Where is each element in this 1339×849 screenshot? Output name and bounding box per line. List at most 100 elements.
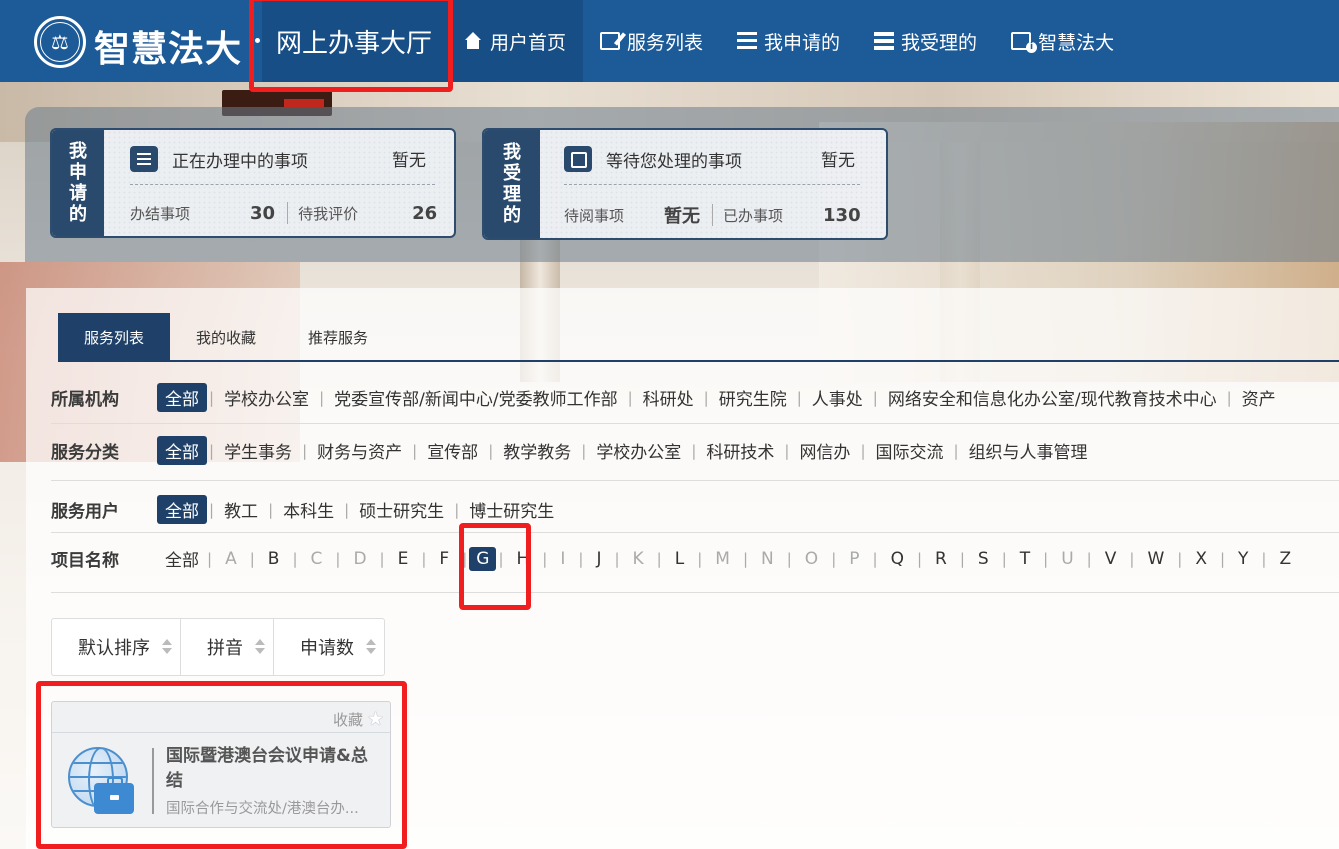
tab-service-list[interactable]: 服务列表: [58, 313, 171, 361]
nav-my-applications[interactable]: 我申请的: [720, 0, 857, 82]
filter-option[interactable]: 国际交流: [868, 438, 952, 463]
brand-title[interactable]: 智慧法大: [94, 20, 242, 72]
highlight-box: [459, 523, 531, 610]
handled-count[interactable]: 130: [823, 205, 861, 226]
letter-l[interactable]: L: [664, 549, 695, 569]
letter-f[interactable]: F: [428, 549, 460, 569]
sort-arrows-icon: [255, 639, 265, 655]
highlight-box: [249, 0, 453, 92]
filter-option[interactable]: 研究生院: [711, 385, 795, 410]
filter-option[interactable]: 教工: [216, 497, 266, 522]
sort-bar: 默认排序 拼音 申请数: [51, 618, 385, 676]
in-progress-title[interactable]: 正在办理中的事项: [172, 147, 308, 172]
highlight-box: [36, 681, 407, 849]
main-nav: 用户首页 服务列表 我申请的 我受理的 智慧法大: [446, 0, 1131, 82]
filter-option[interactable]: 全部: [157, 546, 205, 571]
sort-arrows-icon: [366, 639, 376, 655]
letter-t[interactable]: T: [1009, 549, 1041, 569]
service-tabs: 服务列表 我的收藏 推荐服务: [58, 313, 394, 361]
filter-option[interactable]: 财务与资产: [309, 438, 410, 463]
sort-pinyin[interactable]: 拼音: [181, 619, 274, 675]
server-icon: [874, 32, 895, 50]
letter-a[interactable]: A: [214, 549, 248, 569]
list-icon: [130, 146, 158, 172]
sort-arrows-icon: [162, 639, 172, 655]
filter-option[interactable]: 科研技术: [698, 438, 782, 463]
edit-icon: [600, 32, 621, 50]
filter-org: 所属机构 全部 | 学校办公室 | 党委宣传部/新闻中心/党委教师工作部 | 科研处 |…: [51, 383, 1284, 412]
my-accepted-card[interactable]: 我受理的 等待您处理的事项 暂无 待阅事项 暂无 已办事项 130: [482, 128, 888, 240]
in-progress-status: 暂无: [392, 151, 426, 171]
filter-option[interactable]: 全部: [157, 495, 207, 524]
university-logo-icon[interactable]: [34, 16, 86, 68]
divider: [564, 184, 860, 185]
waiting-title[interactable]: 等待您处理的事项: [606, 147, 742, 172]
filter-option[interactable]: 组织与人事管理: [961, 438, 1096, 463]
letter-n[interactable]: N: [750, 549, 785, 569]
letter-e[interactable]: E: [387, 549, 420, 569]
completed-count[interactable]: 30: [250, 203, 275, 224]
tab-underline: [58, 360, 1339, 362]
sort-applications[interactable]: 申请数: [274, 619, 384, 675]
letter-y[interactable]: Y: [1227, 549, 1259, 569]
letter-w[interactable]: W: [1136, 549, 1175, 569]
my-applications-card[interactable]: 我申请的 正在办理中的事项 暂无 办结事项 30 待我评价 26: [50, 128, 456, 238]
letter-z[interactable]: Z: [1268, 549, 1302, 569]
nav-service-list[interactable]: 服务列表: [583, 0, 720, 82]
filter-category: 服务分类 全部 | 学生事务 | 财务与资产 | 宣传部 | 教学教务 | 学校办公室 | …: [51, 436, 1096, 465]
letter-d[interactable]: D: [342, 549, 377, 569]
nav-smart-cupl[interactable]: 智慧法大: [994, 0, 1131, 82]
filter-option[interactable]: 资产: [1234, 385, 1284, 410]
letter-m[interactable]: M: [704, 549, 741, 569]
filter-option[interactable]: 本科生: [275, 497, 342, 522]
completed-label: 办结事项: [130, 204, 191, 223]
letter-p[interactable]: P: [838, 549, 870, 569]
edit-icon: [564, 146, 592, 172]
filter-option[interactable]: 党委宣传部/新闻中心/党委教师工作部: [326, 385, 625, 410]
letter-r[interactable]: R: [924, 549, 958, 569]
home-icon: [463, 32, 483, 50]
filter-option[interactable]: 学校办公室: [588, 438, 689, 463]
nav-my-accepted[interactable]: 我受理的: [857, 0, 994, 82]
filter-user: 服务用户 全部 | 教工 | 本科生 | 硕士研究生 | 博士研究生: [51, 495, 562, 524]
filter-option[interactable]: 科研处: [635, 385, 702, 410]
letter-i[interactable]: I: [549, 549, 576, 569]
tab-recommended[interactable]: 推荐服务: [282, 313, 394, 361]
filter-name-letters: 项目名称 全部 | A | B | C | D | E | F | G | H | I | J | K | L | M | N | O | P…: [51, 546, 1302, 571]
filter-option[interactable]: 全部: [157, 383, 207, 412]
filter-option[interactable]: 网络安全和信息化办公室/现代教育技术中心: [880, 385, 1225, 410]
info-doc-icon: [1011, 32, 1038, 53]
letter-j[interactable]: J: [585, 549, 612, 569]
top-navigation-bar: 智慧法大 网上办事大厅 用户首页 服务列表 我申请的 我受理的 智慧法大: [0, 0, 1339, 82]
letter-v[interactable]: V: [1094, 549, 1128, 569]
pending-eval-label: 待我评价: [298, 204, 359, 223]
letter-c[interactable]: C: [300, 549, 334, 569]
divider: [130, 184, 435, 185]
letter-s[interactable]: S: [967, 549, 1000, 569]
handled-label: 已办事项: [723, 206, 784, 225]
filter-option[interactable]: 学校办公室: [216, 385, 317, 410]
filter-option[interactable]: 学生事务: [216, 438, 300, 463]
letter-k[interactable]: K: [622, 549, 655, 569]
filter-option[interactable]: 宣传部: [419, 438, 486, 463]
filter-option[interactable]: 博士研究生: [461, 497, 562, 522]
letter-q[interactable]: Q: [880, 549, 915, 569]
card-side-label: 我受理的: [484, 130, 540, 238]
letter-b[interactable]: B: [257, 549, 291, 569]
filter-option[interactable]: 全部: [157, 436, 207, 465]
waiting-status: 暂无: [821, 151, 855, 171]
to-read-value[interactable]: 暂无: [664, 202, 700, 228]
letter-o[interactable]: O: [794, 549, 829, 569]
to-read-label: 待阅事项: [564, 206, 625, 225]
tab-my-favorites[interactable]: 我的收藏: [170, 313, 282, 361]
nav-user-home[interactable]: 用户首页: [446, 0, 584, 82]
card-side-label: 我申请的: [52, 130, 104, 236]
filter-option[interactable]: 教学教务: [495, 438, 579, 463]
letter-x[interactable]: X: [1184, 549, 1218, 569]
sort-default[interactable]: 默认排序: [52, 619, 181, 675]
filter-option[interactable]: 硕士研究生: [351, 497, 452, 522]
filter-option[interactable]: 网信办: [791, 438, 858, 463]
filter-option[interactable]: 人事处: [804, 385, 871, 410]
pending-eval-count[interactable]: 26: [412, 203, 437, 224]
letter-u[interactable]: U: [1050, 549, 1084, 569]
